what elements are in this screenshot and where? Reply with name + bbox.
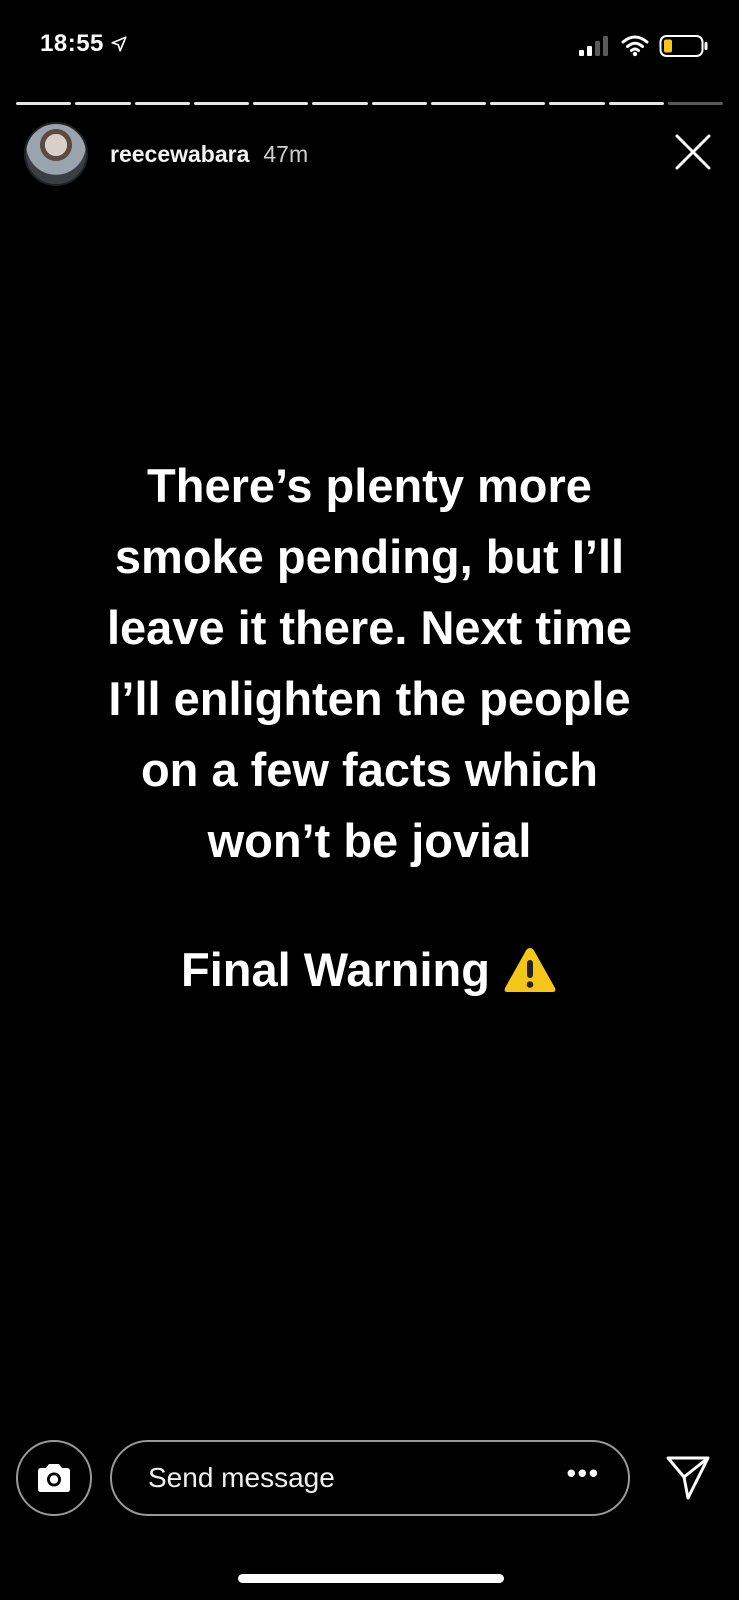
progress-segment (608, 102, 664, 105)
warning-sign-icon (504, 948, 556, 992)
progress-segment (549, 102, 605, 105)
battery-icon (659, 35, 708, 57)
story-content: There’s plenty more smoke pending, but I… (40, 450, 699, 1000)
progress-segment (430, 102, 486, 105)
more-dots-icon[interactable]: ••• (567, 1460, 600, 1486)
signal-icon (579, 36, 608, 56)
progress-segment (371, 102, 427, 105)
wifi-icon (621, 35, 649, 57)
message-composer: Send message ••• (0, 1438, 739, 1522)
status-bar: 18:55 (0, 0, 739, 92)
camera-icon (38, 1464, 70, 1492)
close-icon (675, 134, 711, 170)
progress-segment (16, 102, 72, 105)
story-warning: Final Warning (181, 940, 558, 1000)
progress-segment (312, 102, 368, 105)
progress-segment (667, 102, 723, 105)
camera-button[interactable] (16, 1440, 92, 1516)
story-progress-bar (16, 102, 723, 105)
progress-segment (193, 102, 249, 105)
story-text: There’s plenty more smoke pending, but I… (106, 459, 633, 867)
home-indicator (238, 1574, 504, 1583)
avatar[interactable] (24, 122, 88, 186)
progress-segment (134, 102, 190, 105)
status-icons (577, 34, 709, 58)
progress-segment (75, 102, 131, 105)
message-placeholder: Send message (148, 1462, 335, 1493)
warning-text: Final Warning (181, 943, 490, 996)
progress-segment (490, 102, 546, 105)
username[interactable]: reecewabara (110, 141, 249, 168)
status-time: 18:55 (40, 30, 128, 58)
story-header: reecewabara 47m (24, 122, 715, 186)
clock-time: 18:55 (40, 30, 104, 57)
progress-segment (253, 102, 309, 105)
send-icon[interactable] (663, 1452, 713, 1502)
close-button[interactable] (671, 130, 715, 174)
message-input[interactable]: Send message ••• (110, 1440, 630, 1516)
location-arrow-icon (111, 36, 127, 52)
time-ago: 47m (263, 140, 309, 167)
